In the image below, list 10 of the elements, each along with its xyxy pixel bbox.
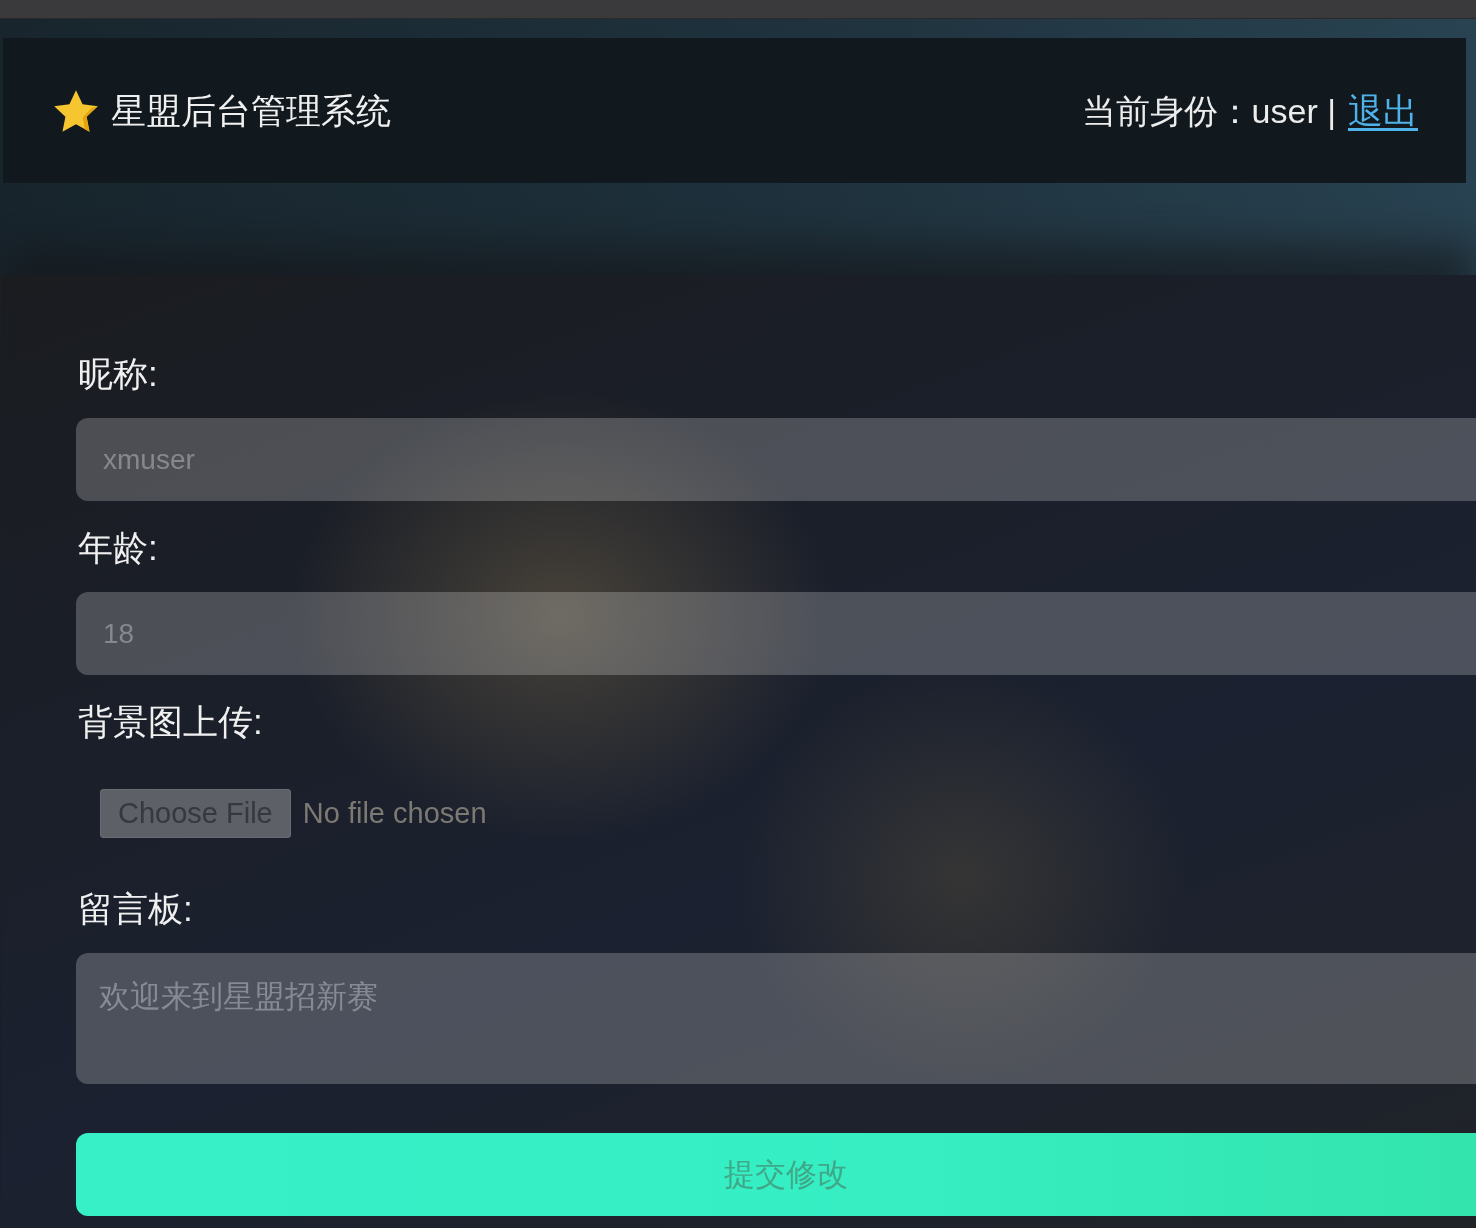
field-label: 留言板: [78, 888, 194, 930]
app-title: 星盟后台管理系统 [111, 89, 391, 132]
field-label: 昵称: [78, 353, 159, 395]
field-label: 年龄: [78, 527, 159, 569]
star-icon [54, 89, 98, 132]
field-label: 背景图上传: [78, 701, 264, 743]
current-identity: 当前身份：user | [1081, 90, 1336, 132]
submit-button[interactable]: 提交修改 [76, 1133, 1476, 1216]
logout-link[interactable]: 退出 [1348, 88, 1418, 133]
file-status: No file chosen [302, 796, 487, 830]
